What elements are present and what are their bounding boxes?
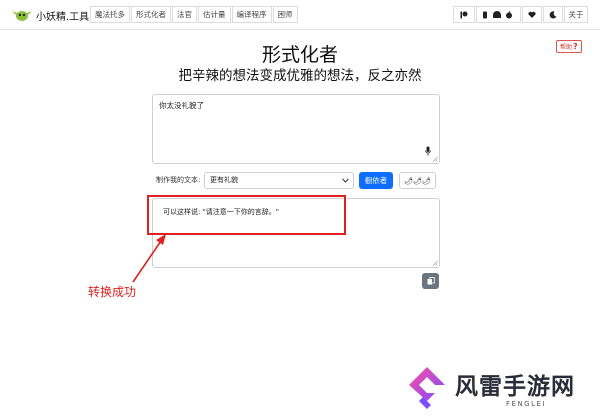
page-title: 形式化者 <box>261 44 338 66</box>
top-navbar: 小妖精.工具 魔法托多 形式化者 法官 估计量 编译程序 困师 关于 <box>0 0 600 30</box>
patreon-icon <box>460 11 468 18</box>
patreon-button[interactable] <box>453 6 475 23</box>
watermark: 风雷手游网 FENGLEI <box>405 364 595 414</box>
nav-item-magic-todo[interactable]: 魔法托多 <box>90 6 130 23</box>
annotation-highlight-box <box>147 195 346 235</box>
make-text-label: 制作我的文本: <box>156 176 201 184</box>
app-title: 小妖精.工具 <box>36 11 90 23</box>
platform-icons <box>482 10 512 18</box>
dark-mode-button[interactable] <box>543 6 563 23</box>
copy-icon <box>427 277 435 285</box>
convert-button[interactable]: 橱依者 <box>359 172 393 189</box>
input-textarea[interactable]: 你太没礼貌了 <box>152 94 440 164</box>
input-text: 你太没礼貌了 <box>159 101 204 110</box>
nav-item-formalizer[interactable]: 形式化者 <box>131 6 171 23</box>
nav-item-estimator[interactable]: 估计量 <box>198 6 231 23</box>
control-row: 制作我的文本: 更有礼貌 橱依者 🌶🌶🌶 <box>152 172 440 190</box>
watermark-logo-icon <box>409 367 445 409</box>
nav-item-judge[interactable]: 法官 <box>172 6 197 23</box>
spiciness-selector[interactable]: 🌶🌶🌶 <box>399 172 436 189</box>
tone-select[interactable]: 更有礼貌 <box>204 172 354 189</box>
watermark-title: 风雷手游网 <box>455 374 575 400</box>
brand[interactable]: 小妖精.工具 <box>12 5 89 25</box>
moon-icon <box>549 10 557 18</box>
resize-grip-icon[interactable] <box>432 260 438 266</box>
platforms-button[interactable] <box>476 6 521 23</box>
watermark-subtitle: FENGLEI <box>506 400 546 408</box>
nav-item-compiler[interactable]: 编译程序 <box>231 6 272 23</box>
annotation-label: 转换成功 <box>88 285 137 299</box>
heart-icon <box>528 11 536 18</box>
main-nav: 魔法托多 形式化者 法官 估计量 编译程序 困师 <box>90 6 299 23</box>
page-subtitle: 把辛辣的想法变成优雅的想法，反之亦然 <box>178 68 422 84</box>
heart-button[interactable] <box>522 6 542 23</box>
goblin-logo-icon <box>12 11 32 21</box>
nav-right: 关于 <box>452 6 588 23</box>
about-button[interactable]: 关于 <box>564 6 588 23</box>
chili-pepper-icons: 🌶🌶🌶 <box>404 176 431 185</box>
copy-button[interactable] <box>422 273 439 289</box>
chevron-down-icon <box>342 178 349 183</box>
resize-grip-icon[interactable] <box>432 156 438 162</box>
nav-item-chef[interactable]: 困师 <box>272 6 298 23</box>
microphone-icon[interactable] <box>425 146 431 156</box>
tone-select-value: 更有礼貌 <box>210 176 238 184</box>
